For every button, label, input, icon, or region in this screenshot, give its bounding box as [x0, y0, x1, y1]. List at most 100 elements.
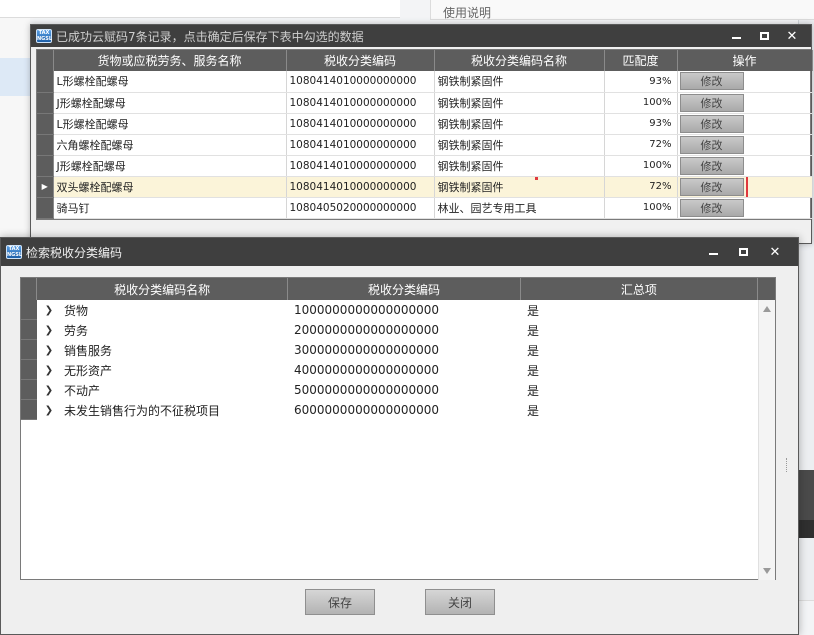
tax-code-name-cell[interactable]: 钢铁制紧固件: [434, 134, 605, 156]
table-row-selected[interactable]: ▶ 双头螺栓配螺母 1080414010000000000 钢铁制紧固件 72%…: [37, 176, 812, 198]
action-cell: 修改: [677, 71, 812, 93]
row-header[interactable]: [21, 380, 37, 400]
column-header-tax-code[interactable]: 税收分类编码: [286, 50, 435, 71]
scroll-down-icon[interactable]: [763, 568, 771, 574]
goods-name-cell[interactable]: L形螺栓配螺母: [53, 71, 287, 93]
tax-code-name-cell[interactable]: 钢铁制紧固件: [434, 113, 605, 135]
table-row[interactable]: J形螺栓配螺母 1080414010000000000 钢铁制紧固件 100% …: [37, 92, 812, 114]
row-header[interactable]: [37, 197, 54, 219]
tax-code-cell[interactable]: 1080414010000000000: [286, 92, 435, 114]
chevron-right-icon[interactable]: ❯: [43, 385, 55, 396]
tax-code-name-cell[interactable]: 钢铁制紧固件: [434, 71, 605, 93]
edit-button[interactable]: 修改: [679, 93, 744, 112]
table-row[interactable]: 六角螺栓配螺母 1080414010000000000 钢铁制紧固件 72% 修…: [37, 134, 812, 156]
row-header[interactable]: [37, 92, 54, 114]
maximize-button[interactable]: [732, 238, 754, 266]
column-header-summary[interactable]: 汇总项: [521, 278, 759, 300]
tax-code-cell[interactable]: 1080414010000000000: [286, 71, 435, 93]
tax-code-name-cell[interactable]: 钢铁制紧固件: [434, 92, 605, 114]
goods-name-cell[interactable]: L形螺栓配螺母: [53, 113, 287, 135]
tax-code-cell[interactable]: 1080414010000000000: [286, 155, 435, 177]
minimize-button[interactable]: [702, 238, 724, 266]
table-row[interactable]: 骑马钉 1080405020000000000 林业、园艺专用工具 100% 修…: [37, 197, 812, 219]
column-header-tax-code-name[interactable]: 税收分类编码名称: [434, 50, 605, 71]
vertical-scrollbar[interactable]: [758, 300, 775, 580]
summary-cell: 是: [527, 323, 540, 338]
tax-code-cell[interactable]: 1080414010000000000: [286, 113, 435, 135]
tree-row[interactable]: ❯ 销售服务 3000000000000000000 是: [21, 340, 775, 360]
match-grid-header: 货物或应税劳务、服务名称 税收分类编码 税收分类编码名称 匹配度 操作: [37, 50, 813, 71]
resize-grip-icon[interactable]: [786, 458, 789, 472]
chevron-right-icon[interactable]: ❯: [43, 305, 55, 316]
table-row[interactable]: L形螺栓配螺母 1080414010000000000 钢铁制紧固件 93% 修…: [37, 71, 812, 93]
row-header[interactable]: [21, 320, 37, 340]
goods-name-cell[interactable]: J形螺栓配螺母: [53, 155, 287, 177]
action-cell: 修改: [677, 197, 812, 219]
tree-row[interactable]: ❯ 劳务 2000000000000000000 是: [21, 320, 775, 340]
close-button[interactable]: ✕: [764, 238, 786, 266]
chevron-right-icon[interactable]: ❯: [43, 325, 55, 336]
row-header[interactable]: [21, 300, 37, 320]
close-button[interactable]: ✕: [781, 25, 803, 47]
column-header-match[interactable]: 匹配度: [604, 50, 678, 71]
tax-code-cell[interactable]: 1080414010000000000: [286, 176, 435, 198]
tax-code-name-cell[interactable]: 钢铁制紧固件: [434, 155, 605, 177]
match-window-title: 已成功云赋码7条记录，点击确定后保存下表中勾选的数据: [56, 29, 364, 44]
minimize-button[interactable]: [725, 25, 747, 47]
row-header[interactable]: [37, 71, 54, 93]
maximize-icon: [759, 32, 769, 40]
maximize-button[interactable]: [753, 25, 775, 47]
code-name-cell: 无形资产: [64, 363, 113, 378]
row-header[interactable]: [37, 113, 54, 135]
search-window-titlebar[interactable]: TAX NGSL 检索税收分类编码 ✕: [1, 238, 798, 266]
chevron-right-icon[interactable]: ❯: [43, 405, 55, 416]
match-cell[interactable]: 72%: [604, 134, 678, 156]
row-header[interactable]: [21, 400, 37, 420]
tax-code-cell[interactable]: 1080414010000000000: [286, 134, 435, 156]
goods-name-cell[interactable]: J形螺栓配螺母: [53, 92, 287, 114]
tax-code-cell[interactable]: 1080405020000000000: [286, 197, 435, 219]
tree-row[interactable]: ❯ 不动产 5000000000000000000 是: [21, 380, 775, 400]
background-left-panel: [0, 18, 30, 248]
chevron-right-icon[interactable]: ❯: [43, 365, 55, 376]
column-header-code-name[interactable]: 税收分类编码名称: [37, 278, 289, 300]
edit-button[interactable]: 修改: [679, 114, 744, 133]
match-cell[interactable]: 100%: [604, 197, 678, 219]
current-row-indicator-icon: ▶: [41, 182, 48, 191]
tree-row[interactable]: ❯ 未发生销售行为的不征税项目 6000000000000000000 是: [21, 400, 775, 420]
column-header-code[interactable]: 税收分类编码: [288, 278, 521, 300]
match-cell[interactable]: 93%: [604, 113, 678, 135]
table-row[interactable]: J形螺栓配螺母 1080414010000000000 钢铁制紧固件 100% …: [37, 155, 812, 177]
close-icon: ✕: [769, 244, 781, 260]
row-header[interactable]: [21, 340, 37, 360]
row-header[interactable]: [21, 360, 37, 380]
match-window-titlebar[interactable]: TAX NGSL 已成功云赋码7条记录，点击确定后保存下表中勾选的数据 ✕: [31, 25, 811, 47]
edit-button[interactable]: 修改: [679, 135, 744, 154]
match-cell[interactable]: 100%: [604, 155, 678, 177]
row-header[interactable]: [37, 134, 54, 156]
edit-button[interactable]: 修改: [679, 198, 744, 217]
column-header-goods-name[interactable]: 货物或应税劳务、服务名称: [53, 50, 287, 71]
edit-button-highlighted[interactable]: 修改: [677, 176, 748, 196]
minimize-icon: [708, 253, 718, 255]
chevron-right-icon[interactable]: ❯: [43, 345, 55, 356]
match-cell[interactable]: 93%: [604, 71, 678, 93]
match-cell[interactable]: 72%: [604, 176, 678, 198]
scroll-up-icon[interactable]: [763, 306, 771, 312]
row-header-current[interactable]: ▶: [37, 176, 54, 198]
tax-code-name-cell[interactable]: 林业、园艺专用工具: [434, 197, 605, 219]
code-name-cell: 货物: [64, 303, 89, 318]
row-header[interactable]: [37, 155, 54, 177]
edit-button[interactable]: 修改: [679, 156, 744, 175]
goods-name-cell[interactable]: 六角螺栓配螺母: [53, 134, 287, 156]
tax-code-name-cell[interactable]: 钢铁制紧固件: [434, 176, 605, 198]
close-dialog-button[interactable]: 关闭: [425, 589, 495, 615]
edit-button[interactable]: 修改: [679, 72, 744, 91]
tree-row[interactable]: ❯ 货物 1000000000000000000 是: [21, 300, 775, 320]
tree-row[interactable]: ❯ 无形资产 4000000000000000000 是: [21, 360, 775, 380]
table-row[interactable]: L形螺栓配螺母 1080414010000000000 钢铁制紧固件 93% 修…: [37, 113, 812, 135]
goods-name-cell[interactable]: 骑马钉: [53, 197, 287, 219]
save-button[interactable]: 保存: [305, 589, 375, 615]
match-cell[interactable]: 100%: [604, 92, 678, 114]
goods-name-cell[interactable]: 双头螺栓配螺母: [53, 176, 287, 198]
